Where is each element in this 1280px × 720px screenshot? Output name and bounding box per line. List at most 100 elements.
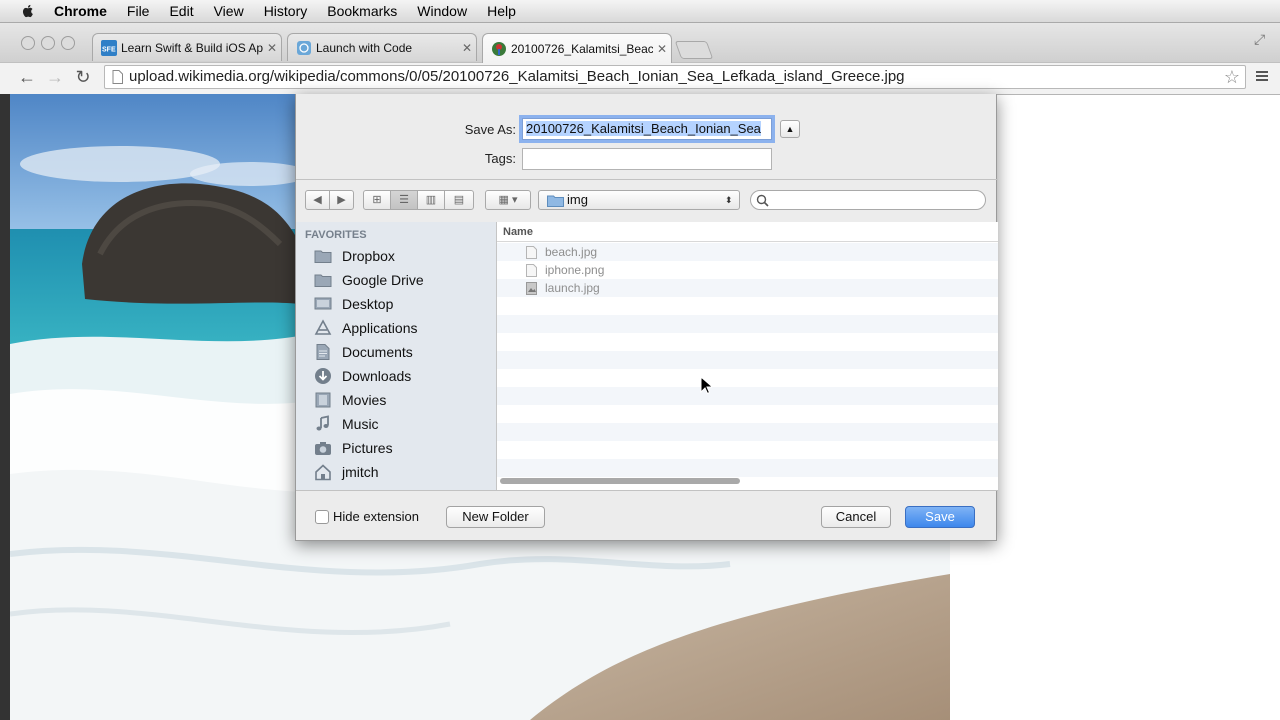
fullscreen-icon[interactable]: ⤢ <box>1254 31 1272 49</box>
globe-icon <box>297 40 311 55</box>
movies-icon <box>315 392 331 408</box>
sfe-icon: SFE <box>101 39 117 56</box>
menu-file[interactable]: File <box>127 3 150 19</box>
back-arrow-icon[interactable]: ◀ <box>305 190 330 210</box>
divider <box>296 490 998 491</box>
new-folder-button[interactable]: New Folder <box>446 506 545 528</box>
sidebar-item-google-drive[interactable]: Google Drive <box>296 268 496 292</box>
menu-app-name[interactable]: Chrome <box>54 3 107 19</box>
page-left-edge <box>0 94 10 720</box>
wikimedia-icon <box>492 41 506 56</box>
coverflow-view-icon[interactable]: ▤ <box>444 190 474 210</box>
icon-view-icon[interactable]: ⊞ <box>363 190 391 210</box>
sidebar-item-jmitch[interactable]: jmitch <box>296 460 496 484</box>
page-icon <box>112 70 123 84</box>
save-as-label: Save As: <box>464 122 516 137</box>
tab-title: Launch with Code <box>316 40 413 55</box>
menu-help[interactable]: Help <box>487 3 516 19</box>
hide-extension-label[interactable]: Hide extension <box>333 509 419 524</box>
applications-icon <box>314 319 332 335</box>
updown-chevron-icon: ⬍ <box>725 195 733 205</box>
save-button[interactable]: Save <box>905 506 975 528</box>
sidebar-item-label: Applications <box>342 320 418 336</box>
list-row-stripe <box>497 387 998 405</box>
sidebar: FAVORITES Dropbox Google Drive Desktop A… <box>296 222 497 490</box>
tab-launch-with-code[interactable]: Launch with Code ✕ <box>287 33 477 61</box>
expand-dialog-button[interactable]: ▲ <box>780 120 800 138</box>
folder-location-popup[interactable]: img ⬍ <box>538 190 740 210</box>
list-row-stripe <box>497 423 998 441</box>
menu-window[interactable]: Window <box>417 3 467 19</box>
sidebar-item-applications[interactable]: Applications <box>296 316 496 340</box>
cancel-button[interactable]: Cancel <box>821 506 891 528</box>
list-view-icon[interactable]: ☰ <box>390 190 418 210</box>
svg-text:SFE: SFE <box>102 46 116 53</box>
tab-title: Learn Swift & Build iOS Ap <box>121 40 263 55</box>
search-icon <box>756 194 769 207</box>
column-header-name[interactable]: Name <box>497 222 998 242</box>
close-icon[interactable]: ✕ <box>653 42 671 56</box>
camera-icon <box>315 442 331 455</box>
sidebar-item-label: Downloads <box>342 368 412 384</box>
menu-history[interactable]: History <box>264 3 308 19</box>
sidebar-item-label: Music <box>342 416 379 432</box>
image-file-icon <box>526 281 537 295</box>
menu-edit[interactable]: Edit <box>169 3 193 19</box>
apple-icon[interactable] <box>20 3 36 19</box>
list-item[interactable]: iphone.png <box>497 261 998 279</box>
sidebar-item-desktop[interactable]: Desktop <box>296 292 496 316</box>
list-item[interactable]: launch.jpg <box>497 279 998 297</box>
back-button[interactable]: ← <box>16 66 38 88</box>
downloads-icon <box>315 368 331 384</box>
menu-view[interactable]: View <box>214 3 244 19</box>
sidebar-item-label: jmitch <box>342 464 379 480</box>
close-icon[interactable]: ✕ <box>458 41 476 55</box>
tab-learn-swift[interactable]: SFE Learn Swift & Build iOS Ap ✕ <box>92 33 282 61</box>
save-dialog: Save As: 20100726_Kalamitsi_Beach_Ionian… <box>295 94 998 541</box>
sidebar-item-pictures[interactable]: Pictures <box>296 436 496 460</box>
zoom-window-button[interactable] <box>61 36 75 50</box>
sidebar-item-label: Documents <box>342 344 413 360</box>
list-item[interactable]: beach.jpg <box>497 243 998 261</box>
file-icon <box>526 245 537 259</box>
list-row-stripe <box>497 459 998 477</box>
sidebar-item-documents[interactable]: Documents <box>296 340 496 364</box>
reload-button[interactable]: ↻ <box>72 66 94 88</box>
folder-icon <box>314 274 332 287</box>
music-icon <box>316 415 329 431</box>
sidebar-item-movies[interactable]: Movies <box>296 388 496 412</box>
sidebar-item-label: Desktop <box>342 296 394 312</box>
file-list: Name beach.jpg iphone.png launch.jpg <box>497 222 998 490</box>
forward-arrow-icon[interactable]: ▶ <box>329 190 354 210</box>
sidebar-item-music[interactable]: Music <box>296 412 496 436</box>
tab-kalamitsi-beach[interactable]: 20100726_Kalamitsi_Beac ✕ <box>482 33 672 63</box>
hide-extension-checkbox[interactable] <box>315 510 329 524</box>
save-as-value: 20100726_Kalamitsi_Beach_Ionian_Sea <box>526 121 761 136</box>
sidebar-item-downloads[interactable]: Downloads <box>296 364 496 388</box>
documents-icon <box>316 344 330 360</box>
address-bar[interactable]: upload.wikimedia.org/wikipedia/commons/0… <box>104 65 1246 89</box>
current-folder: img <box>567 192 588 207</box>
hamburger-menu-icon[interactable] <box>1254 68 1270 84</box>
save-as-field[interactable]: 20100726_Kalamitsi_Beach_Ionian_Sea <box>522 118 772 140</box>
sidebar-item-label: Pictures <box>342 440 393 456</box>
home-icon <box>315 464 331 481</box>
file-name: beach.jpg <box>545 245 598 259</box>
new-tab-button[interactable] <box>674 41 714 59</box>
bookmark-star-icon[interactable]: ☆ <box>1222 67 1242 87</box>
forward-button[interactable]: → <box>44 66 66 88</box>
menu-bookmarks[interactable]: Bookmarks <box>327 3 397 19</box>
close-icon[interactable]: ✕ <box>263 41 281 55</box>
column-view-icon[interactable]: ▥ <box>417 190 445 210</box>
close-window-button[interactable] <box>21 36 35 50</box>
arrange-menu-icon[interactable]: ▦ ▾ <box>485 190 531 210</box>
tags-field[interactable] <box>522 148 772 170</box>
sidebar-item-dropbox[interactable]: Dropbox <box>296 244 496 268</box>
horizontal-scrollbar[interactable] <box>500 478 740 484</box>
list-row-stripe <box>497 351 998 369</box>
minimize-window-button[interactable] <box>41 36 55 50</box>
file-name: launch.jpg <box>545 281 600 295</box>
search-input[interactable] <box>750 190 986 210</box>
folder-icon <box>314 250 332 263</box>
file-name: iphone.png <box>545 263 605 277</box>
